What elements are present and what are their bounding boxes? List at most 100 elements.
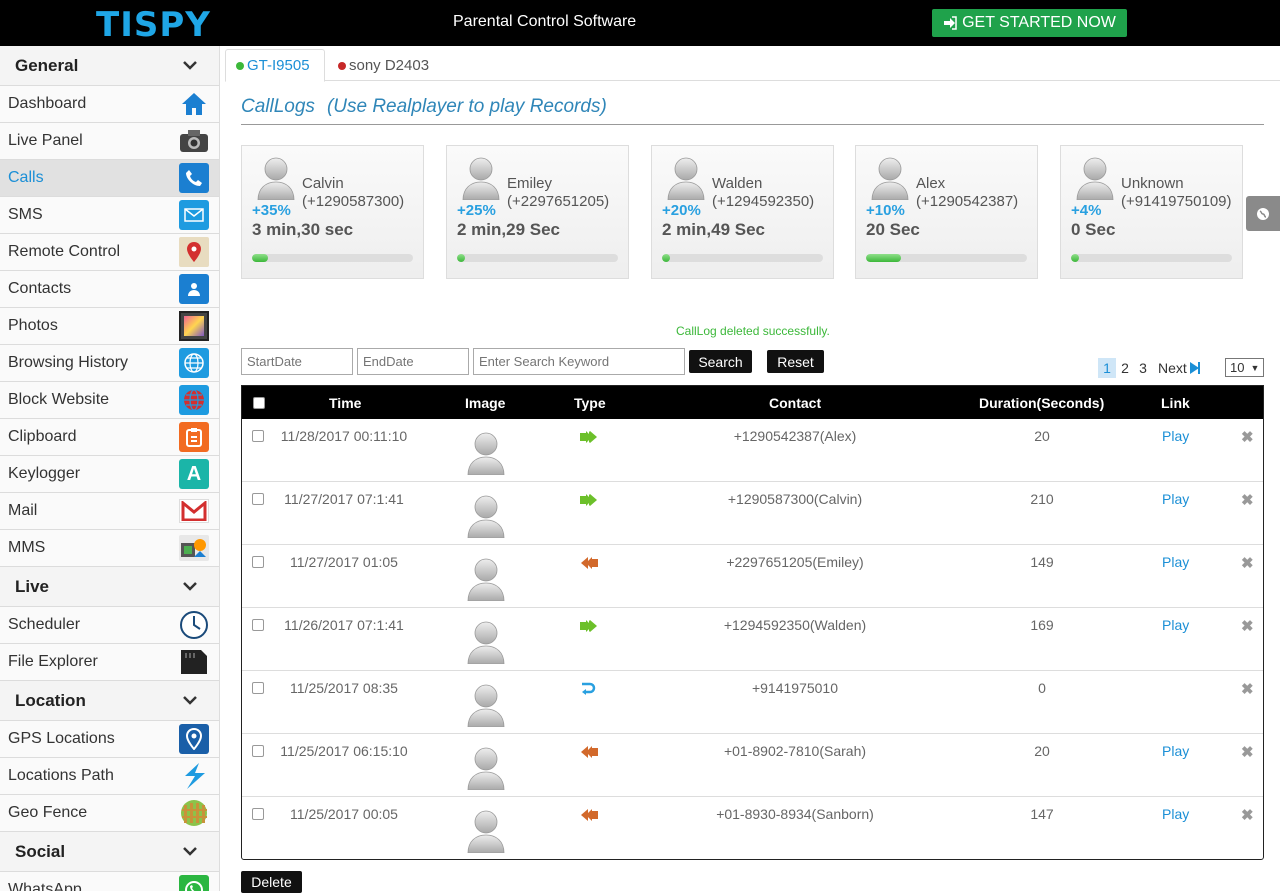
play-link[interactable]: Play (1162, 554, 1189, 570)
search-input[interactable] (473, 348, 685, 375)
sidebar-item-scheduler[interactable]: Scheduler (0, 607, 219, 644)
avatar-icon (256, 156, 296, 201)
page-1[interactable]: 1 (1098, 358, 1116, 378)
sidebar-item-file-explorer[interactable]: File Explorer (0, 644, 219, 681)
sidebar-item-whatsapp[interactable]: WhatsApp (0, 872, 219, 891)
header-type: Type (574, 395, 606, 411)
sidebar-item-clipboard[interactable]: Clipboard (0, 419, 219, 456)
page-size-select[interactable]: 10 ▼ (1225, 358, 1264, 377)
play-link[interactable]: Play (1162, 617, 1189, 633)
sidebar-item-browsing-history[interactable]: Browsing History (0, 345, 219, 382)
sidebar-item-locations-path[interactable]: Locations Path (0, 758, 219, 795)
outgoing-call-icon (580, 493, 598, 509)
delete-row-icon[interactable]: ✖ (1241, 428, 1254, 446)
sidebar-item-label: Photos (8, 317, 58, 334)
select-all-checkbox[interactable] (253, 397, 265, 409)
row-checkbox[interactable] (252, 808, 264, 820)
sidebar-item-calls[interactable]: Calls (0, 160, 219, 197)
envelope-icon (179, 200, 209, 230)
get-started-button[interactable]: GET STARTED NOW (932, 9, 1127, 37)
row-checkbox[interactable] (252, 745, 264, 757)
delete-row-icon[interactable]: ✖ (1241, 617, 1254, 635)
tab-gt-i9505[interactable]: GT-I9505 (225, 49, 325, 82)
avatar-icon (870, 156, 910, 201)
play-link[interactable]: Play (1162, 491, 1189, 507)
reset-button[interactable]: Reset (767, 350, 824, 373)
row-checkbox[interactable] (252, 619, 264, 631)
search-button[interactable]: Search (689, 350, 752, 373)
tispy-logo[interactable]: TISPY (96, 5, 211, 45)
sidebar-item-mms[interactable]: MMS (0, 530, 219, 567)
end-date-input[interactable] (357, 348, 469, 375)
sidebar-item-gps-locations[interactable]: GPS Locations (0, 721, 219, 758)
sidebar-item-sms[interactable]: SMS (0, 197, 219, 234)
sidebar-item-dashboard[interactable]: Dashboard (0, 86, 219, 123)
section-general[interactable]: General (0, 46, 219, 86)
page-3[interactable]: 3 (1134, 358, 1152, 378)
next-arrow-icon (1189, 362, 1200, 374)
page-size-value: 10 (1230, 360, 1245, 375)
sidebar-item-geo-fence[interactable]: Geo Fence (0, 795, 219, 832)
header-contact: Contact (769, 395, 822, 411)
sidebar-item-contacts[interactable]: Contacts (0, 271, 219, 308)
start-date-input[interactable] (241, 348, 353, 375)
delete-row-icon[interactable]: ✖ (1241, 554, 1254, 572)
delete-row-icon[interactable]: ✖ (1241, 806, 1254, 824)
contact-duration: 2 min,29 Sec (457, 220, 561, 239)
call-time: 11/27/2017 01:05 (290, 554, 398, 570)
progress-bar (1071, 254, 1232, 262)
next-label: Next (1158, 360, 1187, 376)
sidebar-item-keylogger[interactable]: Keylogger A (0, 456, 219, 493)
tab-sony-d2403[interactable]: sony D2403 (328, 49, 439, 82)
chevron-down-icon (183, 582, 197, 591)
sidebar-item-mail[interactable]: Mail (0, 493, 219, 530)
sidebar-item-label: WhatsApp (8, 881, 82, 891)
contact-number: +01-8930-8934(Sanborn) (716, 806, 874, 822)
sidebar-item-block-website[interactable]: Block Website (0, 382, 219, 419)
sidebar-item-remote-control[interactable]: Remote Control (0, 234, 219, 271)
section-social[interactable]: Social (0, 832, 219, 872)
duration-seconds: 210 (1030, 491, 1054, 507)
avatar-icon (466, 494, 506, 539)
avatar-icon (1075, 156, 1115, 201)
row-checkbox[interactable] (252, 493, 264, 505)
tab-label: GT-I9505 (247, 57, 310, 74)
contact-name: Alex (916, 175, 946, 192)
contact-number: +2297651205(Emiley) (726, 554, 864, 570)
delete-button[interactable]: Delete (241, 871, 302, 893)
play-link[interactable]: Play (1162, 806, 1189, 822)
call-time: 11/25/2017 08:35 (290, 680, 398, 696)
contact-number: +1290542387(Alex) (733, 428, 857, 444)
row-checkbox[interactable] (252, 556, 264, 568)
duration-seconds: 147 (1030, 806, 1054, 822)
row-checkbox[interactable] (252, 682, 264, 694)
delete-row-icon[interactable]: ✖ (1241, 680, 1254, 698)
clipboard-icon (179, 422, 209, 452)
contact-phone: (+2297651205) (507, 193, 610, 210)
chevron-down-icon (183, 61, 197, 70)
section-location[interactable]: Location (0, 681, 219, 721)
header-link: Link (1161, 395, 1190, 411)
play-link[interactable]: Play (1162, 428, 1189, 444)
get-started-label: GET STARTED NOW (962, 14, 1116, 31)
section-live[interactable]: Live (0, 567, 219, 607)
avatar-icon (461, 156, 501, 201)
delete-row-icon[interactable]: ✖ (1241, 491, 1254, 509)
play-link[interactable]: Play (1162, 743, 1189, 759)
section-title: Live (15, 576, 50, 596)
sidebar-item-label: Scheduler (8, 616, 81, 633)
contact-phone: (+1294592350) (712, 193, 815, 210)
row-checkbox[interactable] (252, 430, 264, 442)
duration-seconds: 169 (1030, 617, 1054, 633)
next-page-link[interactable]: Next (1158, 360, 1201, 376)
sidebar-item-photos[interactable]: Photos (0, 308, 219, 345)
globe-float-button[interactable] (1246, 196, 1280, 231)
delete-row-icon[interactable]: ✖ (1241, 743, 1254, 761)
progress-fill (1071, 254, 1080, 262)
table-header: Time Image Type Contact Duration(Seconds… (242, 386, 1263, 419)
contact-name: Emiley (507, 175, 553, 192)
sidebar-item-live-panel[interactable]: Live Panel (0, 123, 219, 160)
page-2[interactable]: 2 (1116, 358, 1134, 378)
gmail-icon (179, 496, 209, 526)
incoming-call-icon (580, 745, 598, 761)
